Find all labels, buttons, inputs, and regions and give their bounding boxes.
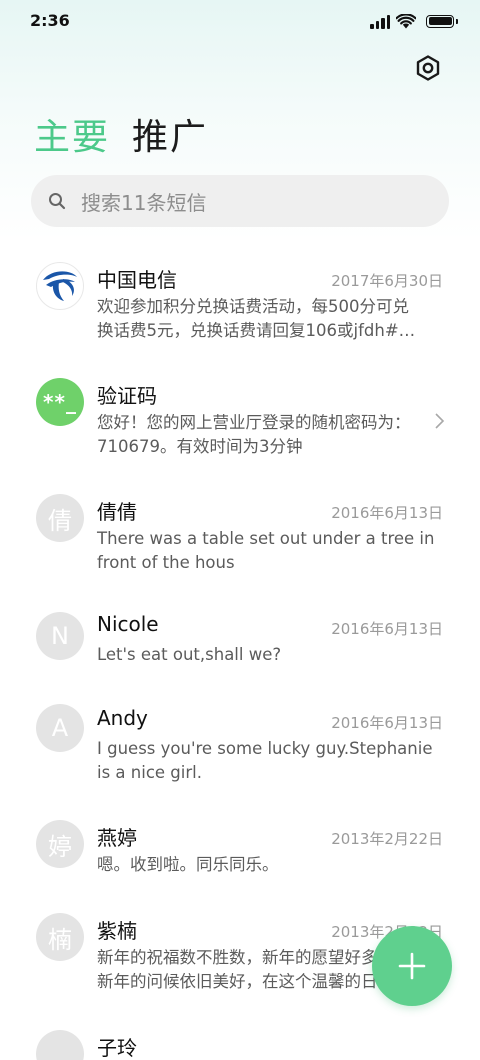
- conversation-date: 2017年6月30日: [331, 272, 443, 290]
- settings-button[interactable]: [412, 52, 444, 84]
- settings-hexagon-icon: [416, 55, 440, 81]
- avatar: 楠: [36, 913, 84, 961]
- status-bar: 2:36: [0, 0, 480, 42]
- preview-line: 欢迎参加积分兑换话费活动，每500分可兑: [97, 297, 409, 316]
- avatar: 婷: [36, 820, 84, 868]
- conversation-preview: There was a table set out under a tree i…: [97, 527, 443, 574]
- preview-line: 您好！您的网上营业厅登录的随机密码为：: [97, 413, 411, 432]
- conversation-item[interactable]: 中国电信 2017年6月30日 欢迎参加积分兑换话费活动，每500分可兑 换话费…: [0, 240, 480, 356]
- avatar: [36, 1030, 84, 1060]
- conversation-name: 燕婷: [97, 826, 137, 850]
- conversation-item[interactable]: N Nicole 2016年6月13日 Let's eat out,shall …: [0, 588, 480, 688]
- conversation-date: 2013年2月22日: [331, 830, 443, 848]
- conversation-name: 子玲: [97, 1036, 137, 1060]
- search-placeholder: 搜索11条短信: [81, 190, 207, 215]
- conversation-preview: Let's eat out,shall we?: [97, 643, 443, 667]
- conversation-date: 2016年6月13日: [331, 504, 443, 522]
- conversation-item[interactable]: 倩 倩倩 2016年6月13日 There was a table set ou…: [0, 472, 480, 588]
- conversation-name: 中国电信: [97, 268, 177, 292]
- battery-icon: [426, 14, 458, 28]
- wifi-icon: [396, 13, 416, 28]
- avatar: A: [36, 704, 84, 752]
- search-icon: [47, 191, 67, 211]
- conversation-date: 2016年6月13日: [331, 714, 443, 732]
- preview-line: Let's eat out,shall we?: [97, 645, 282, 664]
- tab-main[interactable]: 主要: [34, 108, 110, 160]
- preview-line: 换话费5元，兑换话费请回复106或jfdh#…: [97, 320, 416, 340]
- preview-line: front of the hous: [97, 552, 235, 572]
- conversation-name: Andy: [97, 706, 148, 730]
- conversation-preview: 欢迎参加积分兑换话费活动，每500分可兑 换话费5元，兑换话费请回复106或jf…: [97, 295, 443, 342]
- signal-icon: [370, 14, 390, 29]
- conversation-item[interactable]: **_ 验证码 您好！您的网上营业厅登录的随机密码为： 710679。有效时间为…: [0, 356, 480, 472]
- conversation-item[interactable]: A Andy 2016年6月13日 I guess you're some lu…: [0, 688, 480, 804]
- conversation-preview: 嗯。收到啦。同乐同乐。: [97, 853, 443, 877]
- conversation-name: 验证码: [97, 384, 157, 408]
- status-icons: [370, 12, 458, 30]
- preview-line: I guess you're some lucky guy.Stephanie: [97, 739, 433, 758]
- conversation-date: 2016年6月13日: [331, 620, 443, 638]
- conversation-name: Nicole: [97, 612, 159, 636]
- new-message-button[interactable]: [372, 926, 452, 1006]
- verification-code-avatar: **_: [36, 378, 84, 426]
- conversation-preview: I guess you're some lucky guy.Stephanie …: [97, 737, 443, 784]
- plus-icon: [398, 952, 426, 980]
- tab-promotions[interactable]: 推广: [132, 108, 208, 160]
- chevron-right-icon: [435, 413, 445, 429]
- preview-line: There was a table set out under a tree i…: [97, 529, 435, 548]
- search-input[interactable]: 搜索11条短信: [31, 175, 449, 227]
- status-time: 2:36: [30, 11, 70, 30]
- preview-line: is a nice girl.: [97, 762, 202, 782]
- conversation-name: 紫楠: [97, 919, 137, 943]
- conversation-item[interactable]: 婷 燕婷 2013年2月22日 嗯。收到啦。同乐同乐。: [0, 804, 480, 904]
- preview-line: 嗯。收到啦。同乐同乐。: [97, 855, 279, 874]
- conversation-item[interactable]: 子玲: [0, 1020, 480, 1060]
- avatar: 倩: [36, 494, 84, 542]
- avatar: N: [36, 612, 84, 660]
- conversation-name: 倩倩: [97, 500, 137, 524]
- conversation-preview: 您好！您的网上营业厅登录的随机密码为： 710679。有效时间为3分钟: [97, 411, 427, 458]
- preview-line: 710679。有效时间为3分钟: [97, 436, 303, 456]
- china-telecom-logo-icon: [36, 262, 84, 310]
- tab-bar: 主要 推广: [34, 108, 208, 160]
